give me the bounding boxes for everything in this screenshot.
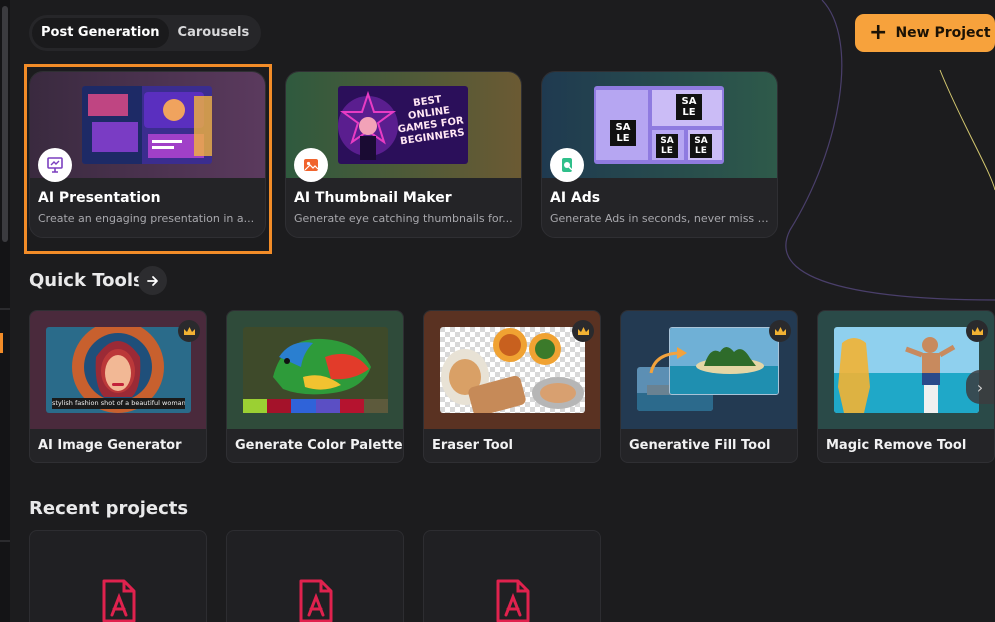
recent-project-card[interactable]	[423, 530, 601, 622]
presentation-thumbnail	[82, 86, 212, 164]
eraser-preview	[440, 327, 585, 413]
image-caption: stylish fashion shot of a beautiful woma…	[52, 398, 185, 409]
recent-projects-title: Recent projects	[29, 498, 189, 519]
feature-title: AI Thumbnail Maker	[294, 190, 452, 206]
new-project-label: New Project	[895, 25, 991, 41]
file-pen-icon	[102, 579, 136, 622]
ad-sale-label: SA LE	[690, 134, 712, 158]
color-swatch-row	[243, 399, 389, 413]
feature-description: Create an engaging presentation in a...	[38, 212, 255, 225]
color-swatch	[339, 399, 364, 413]
color-swatch	[267, 399, 292, 413]
file-pen-icon	[496, 579, 530, 622]
sidebar-divider	[0, 308, 10, 310]
ad-sale-label: SA LE	[676, 94, 702, 120]
presentation-icon	[38, 148, 72, 182]
new-project-button[interactable]: + New Project	[855, 14, 995, 52]
feature-card-ai-ads[interactable]: SA LE SA LE SA LE SA LE AI Ads Generate …	[541, 71, 778, 238]
sidebar-rail	[0, 0, 10, 622]
crown-icon	[769, 320, 791, 342]
crown-icon	[966, 320, 988, 342]
ad-icon	[550, 148, 584, 182]
color-swatch	[243, 399, 268, 413]
image-icon	[294, 148, 328, 182]
recent-project-card[interactable]	[29, 530, 207, 622]
tool-card-generative-fill-tool[interactable]: Generative Fill Tool	[620, 310, 798, 463]
tool-card-eraser-tool[interactable]: Eraser Tool	[423, 310, 601, 463]
generation-tab-switch: Post Generation Carousels	[29, 15, 262, 51]
feature-description: Generate eye catching thumbnails for...	[294, 212, 513, 225]
tool-label: Magic Remove Tool	[826, 438, 967, 453]
crown-icon	[572, 320, 594, 342]
tool-label: Generative Fill Tool	[629, 438, 771, 453]
color-swatch	[291, 399, 316, 413]
crown-icon	[178, 320, 200, 342]
arrow-right-icon	[146, 275, 158, 286]
quick-tools-title: Quick Tools	[29, 270, 144, 291]
sidebar-scrollbar[interactable]	[2, 6, 8, 242]
feature-title: AI Presentation	[38, 190, 161, 206]
tab-post-generation[interactable]: Post Generation	[32, 18, 169, 48]
quick-tools-arrow-button[interactable]	[138, 266, 167, 295]
thumbnail-text: BEST ONLINE GAMES FOR BEGINNERS	[397, 94, 466, 148]
carousel-next-button[interactable]: ›	[966, 370, 994, 404]
tool-label: Generate Color Palette	[235, 438, 403, 453]
color-swatch	[363, 399, 389, 413]
plus-icon: +	[869, 20, 888, 45]
feature-title: AI Ads	[550, 190, 601, 206]
ad-sale-label: SA LE	[656, 134, 678, 158]
sidebar-divider	[0, 540, 10, 542]
file-pen-icon	[299, 579, 333, 622]
chevron-right-icon: ›	[976, 377, 984, 397]
tool-card-generate-color-palette[interactable]: Generate Color Palette	[226, 310, 404, 463]
recent-project-card[interactable]	[226, 530, 404, 622]
magic-remove-preview	[834, 327, 979, 413]
tool-label: Eraser Tool	[432, 438, 514, 453]
feature-description: Generate Ads in seconds, never miss a...	[550, 212, 772, 225]
curved-arrow-icon	[649, 347, 687, 374]
tool-card-ai-image-generator[interactable]: stylish fashion shot of a beautiful woma…	[29, 310, 207, 463]
feature-card-ai-presentation[interactable]: AI Presentation Create an engaging prese…	[29, 71, 266, 238]
sidebar-active-indicator	[0, 333, 3, 353]
color-swatch	[315, 399, 340, 413]
feature-card-ai-thumbnail-maker[interactable]: BEST ONLINE GAMES FOR BEGINNERS AI Thumb…	[285, 71, 522, 238]
tool-label: AI Image Generator	[38, 438, 182, 453]
tab-carousels[interactable]: Carousels	[169, 18, 259, 48]
ad-sale-label: SA LE	[610, 120, 636, 146]
